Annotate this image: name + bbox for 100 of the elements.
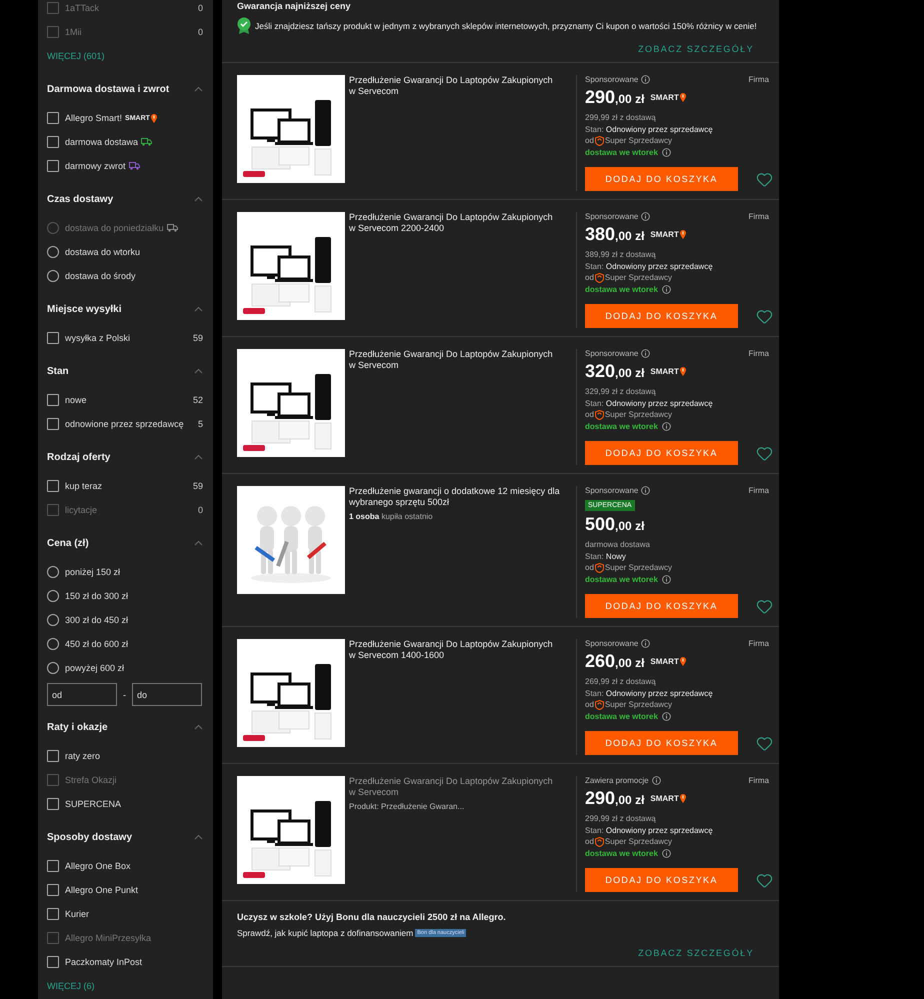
chevron-up-icon[interactable] [194, 196, 203, 202]
price: 380,00 zł [585, 224, 644, 245]
promo-text: Sprawdź, jak kupić laptopa z dofinansowaniem [237, 928, 414, 938]
product-title[interactable]: Przedłużenie Gwarancji Do Laptopów Zakupionych w Servecom [349, 349, 560, 371]
checkbox[interactable] [47, 394, 59, 406]
info-icon[interactable] [641, 212, 650, 221]
filter-label: Allegro MiniPrzesyłka [65, 933, 152, 943]
chevron-up-icon[interactable] [194, 540, 203, 546]
seller-prefix: od [585, 699, 594, 710]
checkbox[interactable] [47, 418, 59, 430]
info-icon[interactable] [641, 349, 650, 358]
price-with-delivery: 329,99 zł z dostawą [585, 386, 657, 398]
delivery-date: dostawa we wtorek [585, 574, 658, 585]
heart-icon[interactable] [756, 872, 773, 888]
seller-type: Firma [748, 75, 769, 84]
product-title[interactable]: Przedłużenie Gwarancji Do Laptopów Zakupionych w Servecom [349, 75, 560, 97]
checkbox[interactable] [47, 956, 59, 968]
checkbox[interactable] [47, 750, 59, 762]
price: 290,00 zł [585, 87, 644, 108]
smart-pin-icon [680, 657, 686, 666]
truck-icon [166, 224, 178, 232]
info-icon[interactable] [662, 848, 671, 858]
price-with-delivery: 389,99 zł z dostawą [585, 249, 657, 260]
radio-button[interactable] [47, 590, 59, 602]
seller-status: Super Sprzedawcy [604, 135, 672, 146]
condition-text: Stan: Odnowiony przez sprzedawcę [585, 398, 714, 409]
filter-label: dostawa do środy [65, 271, 137, 281]
checkbox[interactable] [47, 160, 59, 172]
radio-button[interactable] [47, 246, 59, 258]
filter-label: 150 zł do 300 zł [65, 591, 130, 601]
delivery-date: dostawa we wtorek [585, 848, 658, 859]
seller-prefix: od [585, 135, 594, 146]
radio-button[interactable] [47, 638, 59, 650]
checkbox[interactable] [47, 136, 59, 148]
product-title[interactable]: Przedłużenie gwarancji o dodatkowe 12 miesięcy dla wybranego sprzętu 500zł [349, 486, 560, 508]
chevron-up-icon[interactable] [194, 306, 203, 312]
add-to-cart-button[interactable]: DODAJ DO KOSZYKA [585, 167, 738, 191]
product-title[interactable]: Przedłużenie Gwarancji Do Laptopów Zakupionych w Servecom [349, 776, 560, 798]
chevron-up-icon[interactable] [194, 368, 203, 374]
smart-label: SMART [650, 230, 686, 239]
condition-text: Stan: Odnowiony przez sprzedawcę [585, 124, 714, 135]
chevron-up-icon[interactable] [194, 724, 203, 730]
filter-label: darmowa dostawa [65, 137, 203, 147]
radio-button[interactable] [47, 662, 59, 674]
product-title[interactable]: Przedłużenie Gwarancji Do Laptopów Zakupionych w Servecom 1400-1600 [349, 639, 560, 661]
add-to-cart-button[interactable]: DODAJ DO KOSZYKA [585, 594, 738, 618]
info-icon[interactable] [652, 776, 661, 785]
filter-label: licytacje [65, 505, 98, 515]
checkbox[interactable] [47, 112, 59, 124]
radio-button[interactable] [47, 566, 59, 578]
price-with-delivery: 299,99 zł z dostawą [585, 813, 657, 824]
info-icon[interactable] [662, 712, 671, 721]
add-to-cart-button[interactable]: DODAJ DO KOSZYKA [585, 441, 738, 465]
checkbox[interactable] [47, 480, 59, 492]
heart-icon[interactable] [756, 170, 773, 188]
seller-type: Firma [748, 776, 769, 785]
delivery-date: dostawa we wtorek [585, 146, 658, 158]
info-icon[interactable] [641, 75, 650, 84]
info-icon[interactable] [641, 639, 650, 648]
details-link[interactable]: ZOBACZ SZCZEGÓŁY [638, 948, 754, 958]
chevron-up-icon[interactable] [194, 86, 203, 92]
info-icon[interactable] [662, 422, 671, 431]
checkbox[interactable] [47, 332, 59, 344]
heart-icon[interactable] [756, 444, 773, 462]
filter-count: 0 [198, 3, 203, 13]
checkbox[interactable] [47, 860, 59, 872]
heart-icon[interactable] [756, 734, 773, 752]
show-more-link[interactable]: WIĘCEJ (6) [47, 974, 203, 998]
smart-pin-icon [680, 230, 686, 239]
details-link[interactable]: ZOBACZ SZCZEGÓŁY [638, 44, 754, 54]
heart-icon[interactable] [756, 308, 773, 324]
offer-label: Sponsorowane [585, 75, 638, 84]
heart-icon[interactable] [756, 598, 773, 614]
show-more-link[interactable]: WIĘCEJ (601) [47, 44, 203, 68]
filter-label: powyżej 600 zł [65, 663, 126, 673]
product-title[interactable]: Przedłużenie Gwarancji Do Laptopów Zakupionych w Servecom 2200-2400 [349, 212, 560, 234]
smart-label: SMART [650, 93, 686, 102]
radio-button[interactable] [47, 614, 59, 626]
range-separator: - [123, 690, 126, 700]
info-icon[interactable] [662, 148, 671, 157]
checkbox[interactable] [47, 884, 59, 896]
checkbox[interactable] [47, 798, 59, 810]
filter-count: 59 [192, 333, 203, 343]
info-icon[interactable] [662, 284, 671, 294]
price-from-field[interactable]: od [47, 683, 117, 706]
condition-text: Stan: Nowy [585, 550, 627, 562]
price-to-field[interactable]: do [132, 683, 202, 706]
filter-count: 0 [198, 27, 203, 37]
info-icon[interactable] [662, 574, 671, 584]
chevron-up-icon[interactable] [194, 454, 203, 460]
seller-status: Super Sprzedawcy [604, 836, 672, 848]
add-to-cart-button[interactable]: DODAJ DO KOSZYKA [585, 868, 738, 892]
recent-buyers-text: 1 osoba kupiła ostatnio [349, 512, 434, 521]
checkbox[interactable] [47, 908, 59, 920]
chevron-up-icon[interactable] [194, 834, 203, 840]
info-icon[interactable] [641, 486, 650, 495]
radio-button[interactable] [47, 270, 59, 282]
add-to-cart-button[interactable]: DODAJ DO KOSZYKA [585, 304, 738, 328]
add-to-cart-button[interactable]: DODAJ DO KOSZYKA [585, 731, 738, 755]
price: 260,00 zł [585, 651, 644, 672]
